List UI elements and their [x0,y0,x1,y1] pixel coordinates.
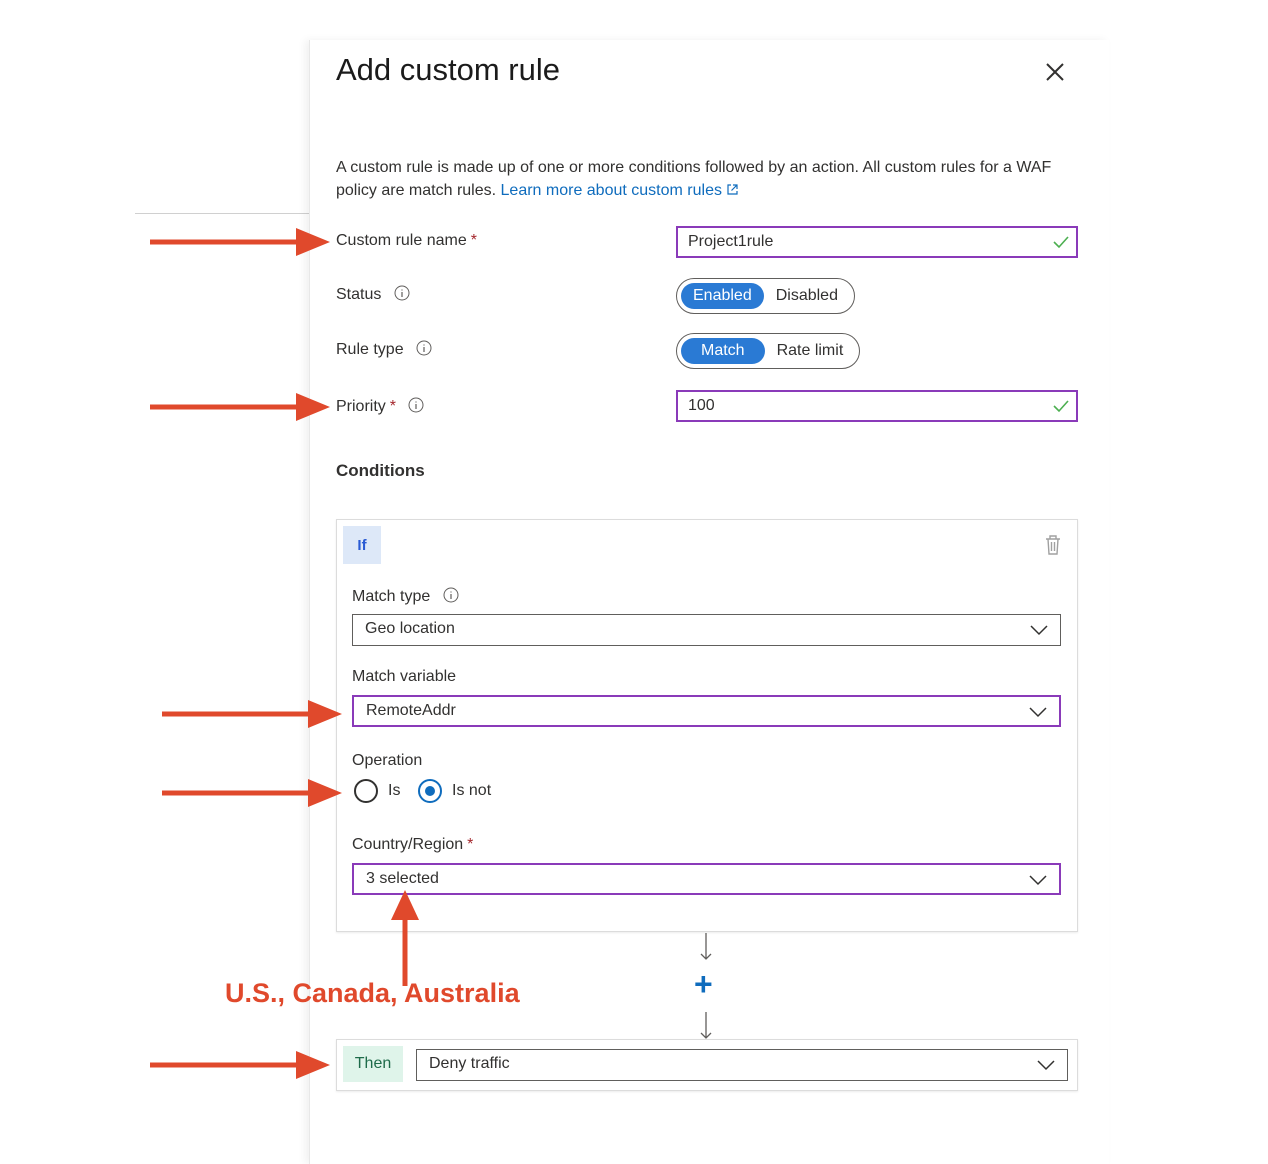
match-type-label-text: Match type [352,588,431,605]
checkmark-icon [1053,400,1069,413]
chevron-down-icon [1029,875,1047,886]
trash-icon[interactable] [1043,534,1063,556]
priority-label-text: Priority [336,398,386,415]
match-variable-label: Match variable [352,668,457,685]
status-toggle[interactable]: Enabled Disabled [676,278,855,314]
status-option-disabled[interactable]: Disabled [764,283,850,309]
match-type-value: Geo location [365,620,455,637]
match-variable-value: RemoteAddr [366,702,456,719]
checkmark-icon [1053,236,1069,249]
match-type-dropdown[interactable]: Geo location [352,614,1061,646]
country-region-label-text: Country/Region [352,836,464,853]
operation-label: Operation [352,752,423,769]
country-region-label: Country/Region * [352,836,473,854]
panel-title: Add custom rule [336,52,560,87]
close-icon[interactable] [1043,60,1067,84]
rule-type-label-text: Rule type [336,341,404,358]
then-badge: Then [343,1046,403,1082]
info-icon[interactable] [443,587,459,603]
rule-type-label: Rule type [336,340,432,359]
info-icon[interactable] [408,397,424,413]
status-option-enabled[interactable]: Enabled [681,283,764,309]
chevron-down-icon [1029,707,1047,718]
custom-rule-name-input[interactable]: Project1rule [676,226,1078,258]
arrow-down-icon [700,933,712,960]
operation-radio-is-not[interactable]: Is not [418,779,491,803]
rule-type-toggle[interactable]: Match Rate limit [676,333,861,369]
country-region-value: 3 selected [366,870,439,887]
required-mark: * [470,232,477,249]
background-divider [135,213,310,214]
info-icon[interactable] [394,285,410,301]
priority-label: Priority * [336,397,424,416]
plus-icon[interactable]: + [694,968,713,1000]
external-link-icon[interactable] [726,183,739,196]
custom-rule-name-value: Project1rule [688,233,774,250]
arrow-down-icon [700,1012,712,1039]
annotation-arrow-up [391,890,419,986]
rule-type-option-match[interactable]: Match [681,338,765,364]
annotation-text: U.S., Canada, Australia [225,978,520,1008]
chevron-down-icon [1030,625,1048,636]
required-mark: * [389,398,397,415]
info-icon[interactable] [416,340,432,356]
required-mark: * [467,836,474,853]
operation-radio-is[interactable]: Is [354,779,400,803]
custom-rule-name-label: Custom rule name * [336,232,477,250]
action-dropdown[interactable]: Deny traffic [416,1049,1068,1081]
rule-type-option-rate-limit[interactable]: Rate limit [765,338,856,364]
status-label-text: Status [336,286,382,303]
if-badge: If [343,526,381,564]
radio-button[interactable] [354,779,378,803]
match-variable-dropdown[interactable]: RemoteAddr [352,695,1061,727]
annotation-arrow [150,1051,330,1079]
conditions-heading: Conditions [336,461,425,480]
annotation-arrow [162,700,342,728]
status-label: Status [336,285,410,304]
action-value: Deny traffic [429,1055,510,1072]
country-region-dropdown[interactable]: 3 selected [352,863,1061,895]
custom-rule-name-label-text: Custom rule name [336,232,467,249]
radio-button-selected[interactable] [418,779,442,803]
annotation-arrow [150,228,330,256]
learn-more-link[interactable]: Learn more about custom rules [501,182,722,199]
annotation-arrow [162,779,342,807]
chevron-down-icon [1037,1060,1055,1071]
radio-label-is: Is [388,782,401,799]
priority-input[interactable]: 100 [676,390,1078,422]
panel-description: A custom rule is made up of one or more … [336,156,1081,202]
match-type-label: Match type [352,587,459,606]
annotation-arrow [150,393,330,421]
priority-value: 100 [688,397,715,414]
radio-label-is-not: Is not [452,782,492,799]
